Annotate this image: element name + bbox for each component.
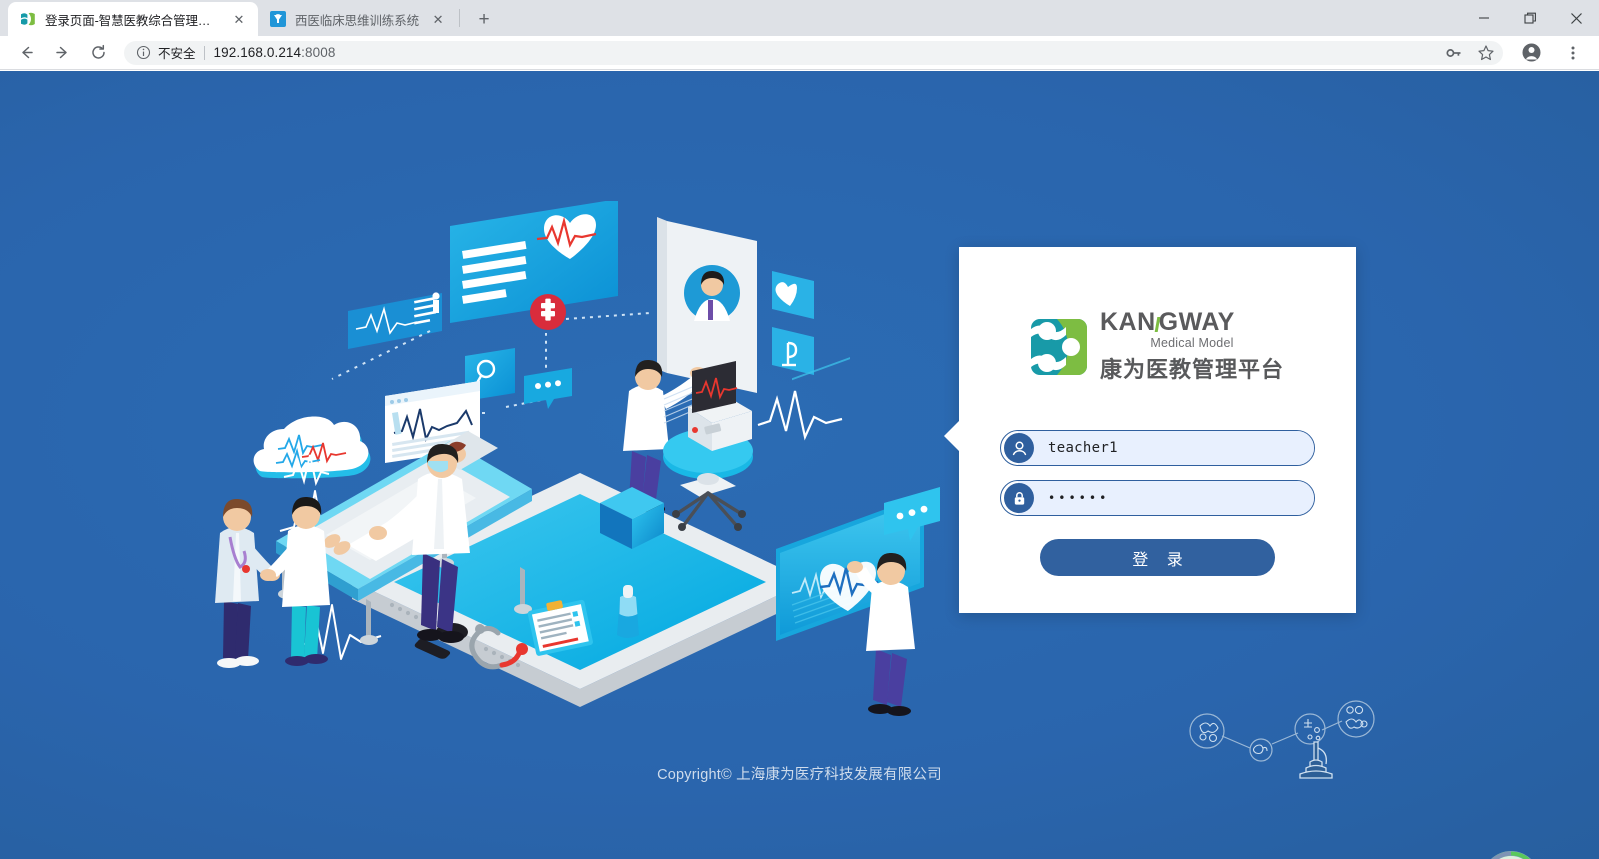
brand-name-cn: 康为医教管理平台 xyxy=(1100,352,1284,384)
user-icon xyxy=(1004,433,1034,463)
star-icon[interactable] xyxy=(1475,42,1497,64)
login-card: KANGWAY Medical Model 康为医教管理平台 xyxy=(959,247,1356,613)
tab-strip: 登录页面-智慧医教综合管理平台 ✕ 西医临床思维训练系统 ✕ + xyxy=(0,0,1599,36)
url-port: :8008 xyxy=(301,45,335,60)
brand-text: KANGWAY Medical Model 康为医教管理平台 xyxy=(1100,310,1284,384)
url-text: 192.168.0.214:8008 xyxy=(214,45,336,60)
back-arrow-icon[interactable] xyxy=(12,39,40,67)
username-input[interactable] xyxy=(1018,431,1314,465)
browser-window: 登录页面-智慧医教综合管理平台 ✕ 西医临床思维训练系统 ✕ + xyxy=(0,0,1599,859)
lock-icon xyxy=(1004,483,1034,513)
forward-arrow-icon[interactable] xyxy=(48,39,76,67)
omnibox-divider xyxy=(204,46,205,60)
brand-name-part2: GWAY xyxy=(1159,308,1235,336)
toolbar-extra-buttons xyxy=(1513,39,1591,67)
restore-icon[interactable] xyxy=(1507,0,1553,36)
new-tab-button[interactable]: + xyxy=(470,5,498,33)
window-controls xyxy=(1461,0,1599,36)
tab-close-icon[interactable]: ✕ xyxy=(230,10,248,28)
reload-icon[interactable] xyxy=(84,39,112,67)
username-field-wrapper[interactable] xyxy=(1000,430,1315,466)
profile-avatar-icon[interactable] xyxy=(1517,39,1545,67)
tab-title: 西医临床思维训练系统 xyxy=(295,10,419,29)
close-icon[interactable] xyxy=(1553,0,1599,36)
browser-toolbar: 不安全 192.168.0.214:8008 xyxy=(0,36,1599,70)
brand-name-part1: KAN xyxy=(1100,308,1156,336)
brand-logo: KANGWAY Medical Model 康为医教管理平台 xyxy=(959,310,1356,384)
login-form: 登 录 xyxy=(959,430,1356,576)
key-icon[interactable] xyxy=(1443,42,1465,64)
tab-title: 登录页面-智慧医教综合管理平台 xyxy=(45,10,220,29)
three-dot-menu-icon[interactable] xyxy=(1559,39,1587,67)
password-input[interactable] xyxy=(1018,481,1314,515)
tab-clinical-training[interactable]: 西医临床思维训练系统 ✕ xyxy=(258,2,457,36)
kangway-logo-icon xyxy=(20,11,36,27)
login-page: KANGWAY Medical Model 康为医教管理平台 xyxy=(0,71,1599,859)
tab-login-page[interactable]: 登录页面-智慧医教综合管理平台 ✕ xyxy=(8,2,258,36)
kangway-puzzle-logo-icon xyxy=(1031,319,1087,375)
login-submit-button[interactable]: 登 录 xyxy=(1040,539,1275,576)
omnibox-actions xyxy=(1443,41,1497,65)
tab-close-icon[interactable]: ✕ xyxy=(429,10,447,28)
url-host: 192.168.0.214 xyxy=(214,45,302,60)
password-field-wrapper[interactable] xyxy=(1000,480,1315,516)
brand-subtitle: Medical Model xyxy=(1100,336,1284,350)
system-monitor-gauge[interactable]: 47% 🌡48°C xyxy=(1480,849,1542,859)
blue-caduceus-icon xyxy=(270,11,286,27)
tab-separator xyxy=(459,9,460,27)
isometric-medical-illustration xyxy=(180,201,980,761)
address-bar[interactable]: 不安全 192.168.0.214:8008 xyxy=(124,41,1503,65)
security-status-label: 不安全 xyxy=(158,43,196,62)
minimize-icon[interactable] xyxy=(1461,0,1507,36)
copyright-text: Copyright© 上海康为医疗科技发展有限公司 xyxy=(0,763,1599,784)
brand-name-en: KANGWAY xyxy=(1100,310,1284,335)
info-circle-icon[interactable] xyxy=(136,45,151,60)
card-notch xyxy=(944,421,959,451)
